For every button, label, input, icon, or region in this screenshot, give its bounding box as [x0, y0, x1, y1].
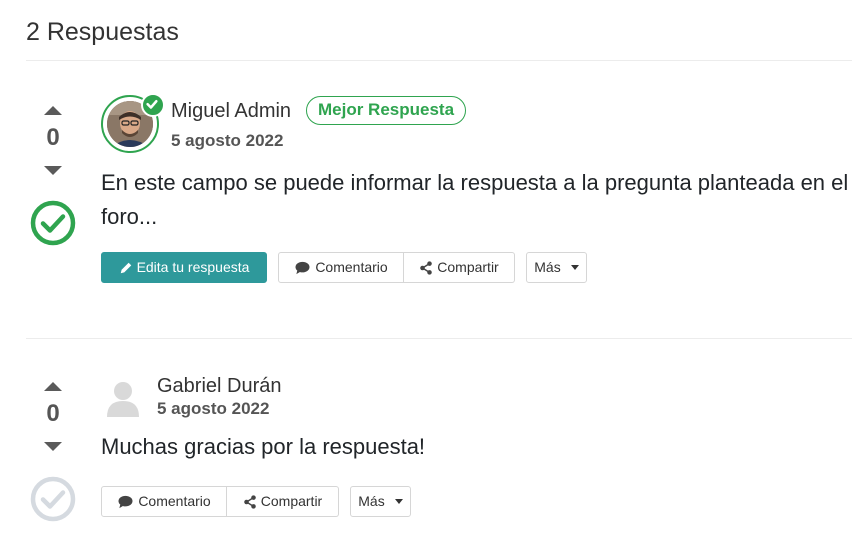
user-placeholder-icon [107, 382, 139, 417]
comment-label: Comentario [138, 493, 211, 509]
upvote-icon[interactable] [44, 106, 62, 115]
answer-text: En este campo se puede informar la respu… [101, 170, 849, 229]
answers-heading: 2 Respuestas [26, 18, 179, 46]
downvote-icon[interactable] [44, 442, 62, 451]
answer-date: 5 agosto 2022 [157, 399, 270, 418]
verified-check-icon [141, 93, 165, 117]
answer-text: Muchas gracias por la respuesta! [101, 434, 426, 459]
comment-button[interactable]: Comentario [278, 252, 404, 283]
more-label: Más [534, 259, 561, 275]
caret-down-icon [394, 499, 403, 504]
best-answer-badge: Mejor Respuesta [306, 96, 467, 125]
comment-icon [118, 495, 133, 508]
avatar[interactable] [103, 377, 143, 417]
avatar[interactable] [101, 93, 165, 153]
share-button[interactable]: Compartir [404, 252, 515, 283]
share-label: Compartir [260, 493, 323, 509]
share-icon [420, 260, 433, 275]
accept-answer-icon[interactable] [30, 476, 76, 522]
more-label: Más [358, 493, 385, 509]
vote-count: 0 [46, 124, 60, 151]
upvote-icon[interactable] [44, 382, 62, 391]
answer-date: 5 agosto 2022 [171, 131, 284, 150]
comment-button[interactable]: Comentario [101, 486, 227, 517]
vote-count: 0 [46, 400, 60, 427]
edit-answer-button[interactable]: Edita tu respuesta [101, 252, 267, 283]
heading-divider [26, 60, 852, 61]
more-dropdown[interactable]: Más [350, 486, 411, 517]
author-name[interactable]: Gabriel Durán [157, 375, 282, 398]
answer-divider [26, 338, 852, 339]
caret-down-icon [570, 265, 579, 270]
pencil-icon [120, 262, 131, 273]
comment-label: Comentario [315, 259, 388, 275]
comment-icon [295, 261, 310, 274]
accepted-check-icon[interactable] [30, 200, 76, 246]
edit-answer-label: Edita tu respuesta [136, 259, 250, 275]
share-button[interactable]: Compartir [227, 486, 339, 517]
share-icon [243, 494, 256, 509]
author-name[interactable]: Miguel Admin [171, 100, 291, 123]
share-label: Compartir [437, 259, 499, 275]
downvote-icon[interactable] [44, 166, 62, 175]
more-dropdown[interactable]: Más [526, 252, 587, 283]
